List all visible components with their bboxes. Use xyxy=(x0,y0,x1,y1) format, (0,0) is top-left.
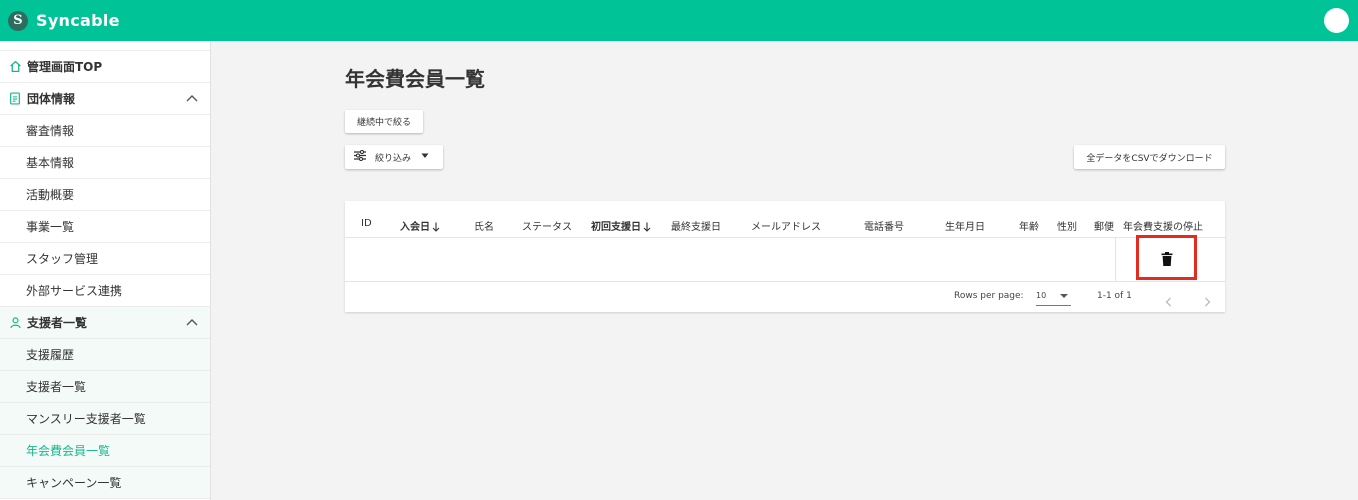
row-divider xyxy=(345,281,1225,282)
sidebar-item-organization[interactable]: 団体情報 xyxy=(0,83,210,115)
sidebar-item-staff[interactable]: スタッフ管理 xyxy=(0,243,210,275)
app-header: S Syncable xyxy=(0,0,1358,41)
home-icon xyxy=(8,60,22,74)
sidebar-item-label: 事業一覧 xyxy=(26,220,75,234)
column-header-label: 年会費支援の停止 xyxy=(1123,222,1203,233)
sidebar-item-label: 審査情報 xyxy=(26,124,75,138)
column-header-name[interactable]: 氏名 xyxy=(474,218,494,233)
column-header-label: 生年月日 xyxy=(945,222,985,233)
sidebar-item-admin-top[interactable]: 管理画面TOP xyxy=(0,51,210,83)
sidebar-item-campaigns[interactable]: キャンペーン一覧 xyxy=(0,467,210,499)
column-header-postal[interactable]: 郵便 xyxy=(1094,218,1114,233)
column-header-birthdate[interactable]: 生年月日 xyxy=(945,218,985,233)
sort-arrow-down-icon xyxy=(432,222,440,235)
column-header-label: 性別 xyxy=(1057,222,1077,233)
chevron-right-icon[interactable] xyxy=(1202,292,1212,307)
filter-active-button[interactable]: 継続中で絞る xyxy=(345,110,423,133)
sidebar-item-review-info[interactable]: 審査情報 xyxy=(0,115,210,147)
sidebar-item-label: 団体情報 xyxy=(27,92,76,106)
sidebar-item-label: 活動概要 xyxy=(26,188,75,202)
column-header-first-support-date[interactable]: 初回支援日 xyxy=(591,218,651,235)
app-name: Syncable xyxy=(36,11,120,30)
person-icon xyxy=(8,316,22,330)
sidebar-item-label: 支援者一覧 xyxy=(27,316,88,330)
column-header-label: 初回支援日 xyxy=(591,222,641,233)
column-header-label: ID xyxy=(361,218,372,229)
column-header-label: 氏名 xyxy=(474,222,494,233)
sidebar: 管理画面TOP 団体情報 審査情報 基本情報 活動概要 事業一覧 スタッフ管理 … xyxy=(0,41,211,500)
sidebar-item-monthly-supporters[interactable]: マンスリー支援者一覧 xyxy=(0,403,210,435)
main-content: 年会費会員一覧 継続中で絞る 絞り込み 全データをCSVでダウンロード ID 入… xyxy=(211,41,1358,500)
column-header-phone[interactable]: 電話番号 xyxy=(864,218,904,233)
column-header-label: メールアドレス xyxy=(751,222,821,233)
column-header-status[interactable]: ステータス xyxy=(522,218,572,233)
column-header-id[interactable]: ID xyxy=(361,218,372,229)
sidebar-item-annual-members[interactable]: 年会費会員一覧 xyxy=(0,435,210,467)
filter-menu-button[interactable]: 絞り込み xyxy=(345,145,443,169)
document-icon xyxy=(8,92,22,106)
app-logo[interactable]: S Syncable xyxy=(8,10,120,31)
user-avatar[interactable] xyxy=(1324,8,1349,33)
column-header-join-date[interactable]: 入会日 xyxy=(400,218,440,235)
column-header-label: 最終支援日 xyxy=(671,222,721,233)
caret-down-icon xyxy=(1060,294,1068,298)
caret-down-icon xyxy=(421,152,429,162)
column-header-age[interactable]: 年齢 xyxy=(1019,218,1039,233)
column-header-label: 電話番号 xyxy=(864,222,904,233)
rows-per-page-value: 10 xyxy=(1036,291,1047,300)
sliders-icon xyxy=(354,149,366,164)
button-label: 継続中で絞る xyxy=(356,118,411,128)
chevron-left-icon[interactable] xyxy=(1164,292,1174,307)
sidebar-item-label: 外部サービス連携 xyxy=(26,284,123,298)
csv-download-button[interactable]: 全データをCSVでダウンロード xyxy=(1074,145,1225,169)
sidebar-item-label: 支援者一覧 xyxy=(26,380,87,394)
sidebar-item-external-services[interactable]: 外部サービス連携 xyxy=(0,275,210,307)
sidebar-item-supporters[interactable]: 支援者一覧 xyxy=(0,307,210,339)
chevron-up-icon[interactable] xyxy=(186,93,198,107)
rows-per-page-label: Rows per page: xyxy=(954,291,1024,301)
sidebar-top-gap xyxy=(0,41,210,51)
sidebar-item-label: 管理画面TOP xyxy=(27,60,103,74)
column-header-gender[interactable]: 性別 xyxy=(1057,218,1077,233)
sidebar-item-activity-overview[interactable]: 活動概要 xyxy=(0,179,210,211)
page-title: 年会費会員一覧 xyxy=(345,67,485,91)
members-table: ID 入会日 氏名 ステータス 初回支援日 最終支援日 メールアドレス 電話番号… xyxy=(345,201,1225,312)
sidebar-item-support-history[interactable]: 支援履歴 xyxy=(0,339,210,371)
highlight-box xyxy=(1136,235,1197,280)
sort-arrow-down-icon xyxy=(643,222,651,235)
logo-mark-icon: S xyxy=(8,10,28,31)
chevron-up-icon[interactable] xyxy=(186,317,198,331)
table-row xyxy=(345,238,1225,281)
column-header-label: 年齢 xyxy=(1019,222,1039,233)
sidebar-item-label: 基本情報 xyxy=(26,156,75,170)
sidebar-item-supporter-list[interactable]: 支援者一覧 xyxy=(0,371,210,403)
sidebar-item-label: 支援履歴 xyxy=(26,348,75,362)
pagination-range: 1-1 of 1 xyxy=(1097,291,1132,301)
column-header-label: ステータス xyxy=(522,222,572,233)
column-header-label: 入会日 xyxy=(400,222,430,233)
column-header-last-support-date[interactable]: 最終支援日 xyxy=(671,218,721,233)
rows-per-page-select[interactable]: 10 xyxy=(1036,287,1071,306)
sidebar-item-projects[interactable]: 事業一覧 xyxy=(0,211,210,243)
button-label: 全データをCSVでダウンロード xyxy=(1086,153,1213,164)
sidebar-item-label: 年会費会員一覧 xyxy=(26,444,111,458)
sidebar-item-basic-info[interactable]: 基本情報 xyxy=(0,147,210,179)
column-header-email[interactable]: メールアドレス xyxy=(751,218,821,233)
sidebar-item-label: マンスリー支援者一覧 xyxy=(26,412,146,426)
button-label: 絞り込み xyxy=(375,153,412,164)
sidebar-item-label: スタッフ管理 xyxy=(26,252,99,266)
column-header-stop-annual-fee[interactable]: 年会費支援の停止 xyxy=(1123,218,1203,233)
column-header-label: 郵便 xyxy=(1094,222,1114,233)
sidebar-item-label: キャンペーン一覧 xyxy=(26,476,122,490)
